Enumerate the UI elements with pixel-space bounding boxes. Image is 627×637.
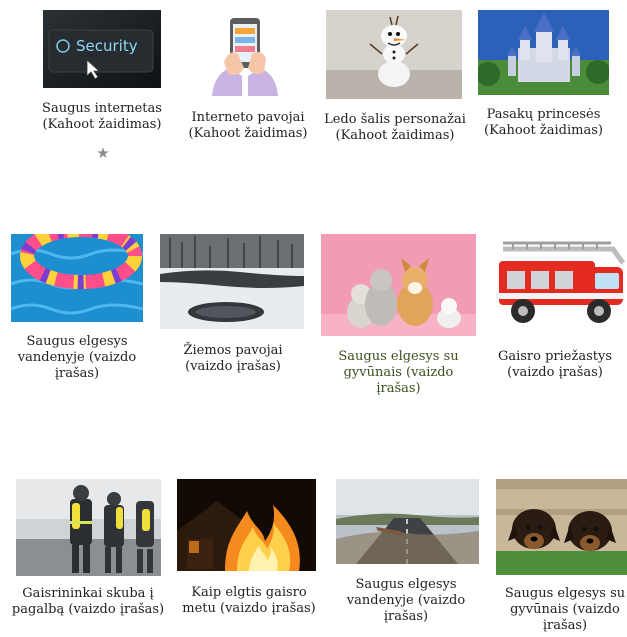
puppies-fence-image[interactable] (496, 479, 627, 575)
item-title[interactable]: Interneto pavojai (Kahoot žaidimas) (184, 110, 312, 142)
item-title[interactable]: Saugus elgesys vandenyje (vaizdo įrašas) (12, 334, 142, 382)
item-card-vandenyje-2[interactable]: Saugus elgesys vandenyje (vaizdo įrašas) (330, 470, 485, 637)
item-card-gaisro-priezastys[interactable]: Gaisro priežastys (vaizdo įrašas) (488, 225, 627, 395)
security-keyboard-image[interactable]: Security (43, 10, 161, 88)
hands-phone-image[interactable] (202, 10, 288, 96)
item-card-interneto-pavojai[interactable]: Interneto pavojai (Kahoot žaidimas) (180, 0, 315, 200)
item-title[interactable]: Kaip elgtis gaisro metu (vaizdo įrašas) (176, 585, 322, 617)
house-fire-image[interactable] (177, 479, 316, 571)
item-title[interactable]: Saugus elgesys vandenyje (vaizdo įrašas) (344, 577, 468, 625)
disney-castle-image[interactable] (478, 10, 609, 95)
item-card-gaisrininkai[interactable]: Gaisrininkai skuba į pagalbą (vaizdo įra… (0, 470, 170, 637)
item-card-saugus-internetas[interactable]: Security Saugus internetas (Kahoot žaidi… (0, 0, 162, 200)
item-card-ziemos-pavojai[interactable]: Žiemos pavojai (vaizdo įrašas) (155, 225, 310, 395)
fire-truck-image[interactable] (493, 231, 627, 335)
svg-text:Security: Security (76, 37, 138, 55)
star-icon[interactable]: ★ (96, 146, 110, 161)
item-title[interactable]: Saugus elgesys su gyvūnais (vaizdo įraša… (321, 349, 476, 397)
pool-ring-image[interactable] (11, 234, 143, 322)
item-title[interactable]: Pasakų princesės (Kahoot žaidimas) (478, 107, 609, 139)
item-title[interactable]: Žiemos pavojai (vaizdo įrašas) (171, 343, 295, 375)
item-card-pasaku-princeses[interactable]: Pasakų princesės (Kahoot žaidimas) (472, 0, 622, 200)
item-card-gyvunais-1[interactable]: Saugus elgesys su gyvūnais (vaizdo įraša… (315, 225, 480, 397)
dogs-pink-image[interactable] (321, 234, 476, 336)
item-title[interactable]: Gaisro priežastys (vaizdo įrašas) (488, 349, 622, 381)
firefighters-image[interactable] (16, 479, 161, 576)
item-card-ledo-salis[interactable]: Ledo šalis personažai (Kahoot žaidimas) (320, 0, 470, 200)
frozen-pond-image[interactable] (160, 234, 304, 329)
item-card-gyvunais-2[interactable]: Saugus elgesys su gyvūnais (vaizdo įraša… (490, 470, 627, 637)
flooded-road-image[interactable] (336, 479, 479, 564)
item-card-kaip-elgtis[interactable]: Kaip elgtis gaisro metu (vaizdo įrašas) (172, 470, 327, 637)
olaf-toy-image[interactable] (326, 10, 462, 99)
item-card-vandenyje-1[interactable]: Saugus elgesys vandenyje (vaizdo įrašas) (0, 225, 160, 395)
item-title[interactable]: Saugus internetas (Kahoot žaidimas) (40, 101, 164, 133)
item-title[interactable]: Saugus elgesys su gyvūnais (vaizdo įraša… (504, 586, 626, 634)
item-title[interactable]: Ledo šalis personažai (Kahoot žaidimas) (322, 112, 468, 144)
item-title[interactable]: Gaisrininkai skuba į pagalbą (vaizdo įra… (8, 586, 168, 618)
